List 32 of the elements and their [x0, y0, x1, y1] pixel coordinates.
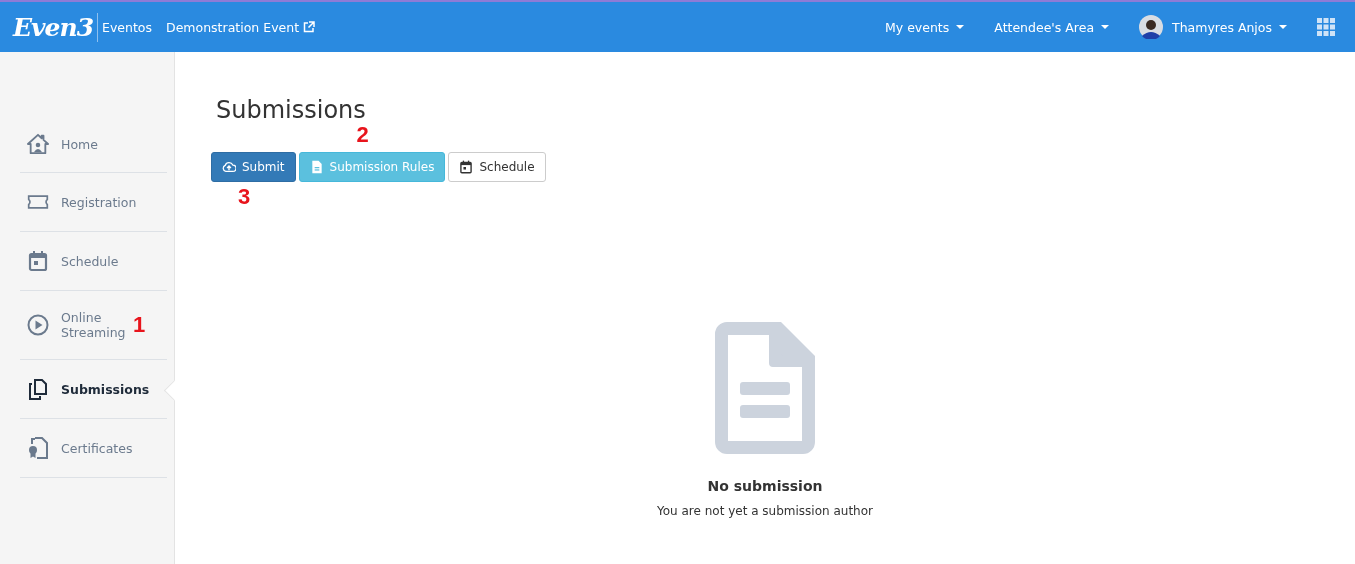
event-link[interactable]: Demonstration Event: [166, 19, 316, 35]
sidebar-item[interactable]: Registration: [20, 173, 167, 232]
documents-icon: [27, 378, 49, 400]
apps-grid-icon[interactable]: [1317, 18, 1335, 36]
home-icon: [27, 133, 49, 155]
product-name: Eventos: [101, 19, 153, 35]
certificate-icon: [27, 437, 49, 459]
callout-number: 2: [356, 122, 369, 148]
calendar-icon: [459, 160, 474, 174]
upload-cloud-icon: [222, 160, 236, 174]
external-link-icon: [303, 21, 316, 33]
dropdown-menu[interactable]: My events: [885, 19, 965, 35]
sidebar-item[interactable]: Submissions: [20, 360, 167, 419]
empty-state-title: No submission: [707, 478, 823, 494]
action-button[interactable]: Schedule: [448, 152, 546, 182]
empty-state-message: You are not yet a submission author: [657, 504, 873, 518]
action-button[interactable]: Submit: [211, 152, 296, 182]
sidebar-item[interactable]: Certificates: [20, 419, 167, 478]
dropdown-menu[interactable]: Attendee's Area: [994, 19, 1110, 35]
page-title: Submissions: [216, 96, 366, 124]
logo[interactable]: Even3: [13, 12, 99, 42]
document-icon: [309, 160, 324, 174]
action-button[interactable]: Submission Rules: [298, 152, 446, 182]
sidebar-item[interactable]: Home: [20, 116, 167, 173]
play-icon: [27, 314, 49, 336]
calendar-icon: [27, 250, 49, 272]
document-icon: [715, 322, 815, 454]
callout-number: 3: [238, 184, 251, 210]
avatar: [1139, 15, 1164, 39]
callout-number: 1: [133, 312, 146, 338]
sidebar-item[interactable]: Schedule: [20, 232, 167, 291]
user-menu[interactable]: Thamyres Anjos: [1139, 15, 1287, 39]
